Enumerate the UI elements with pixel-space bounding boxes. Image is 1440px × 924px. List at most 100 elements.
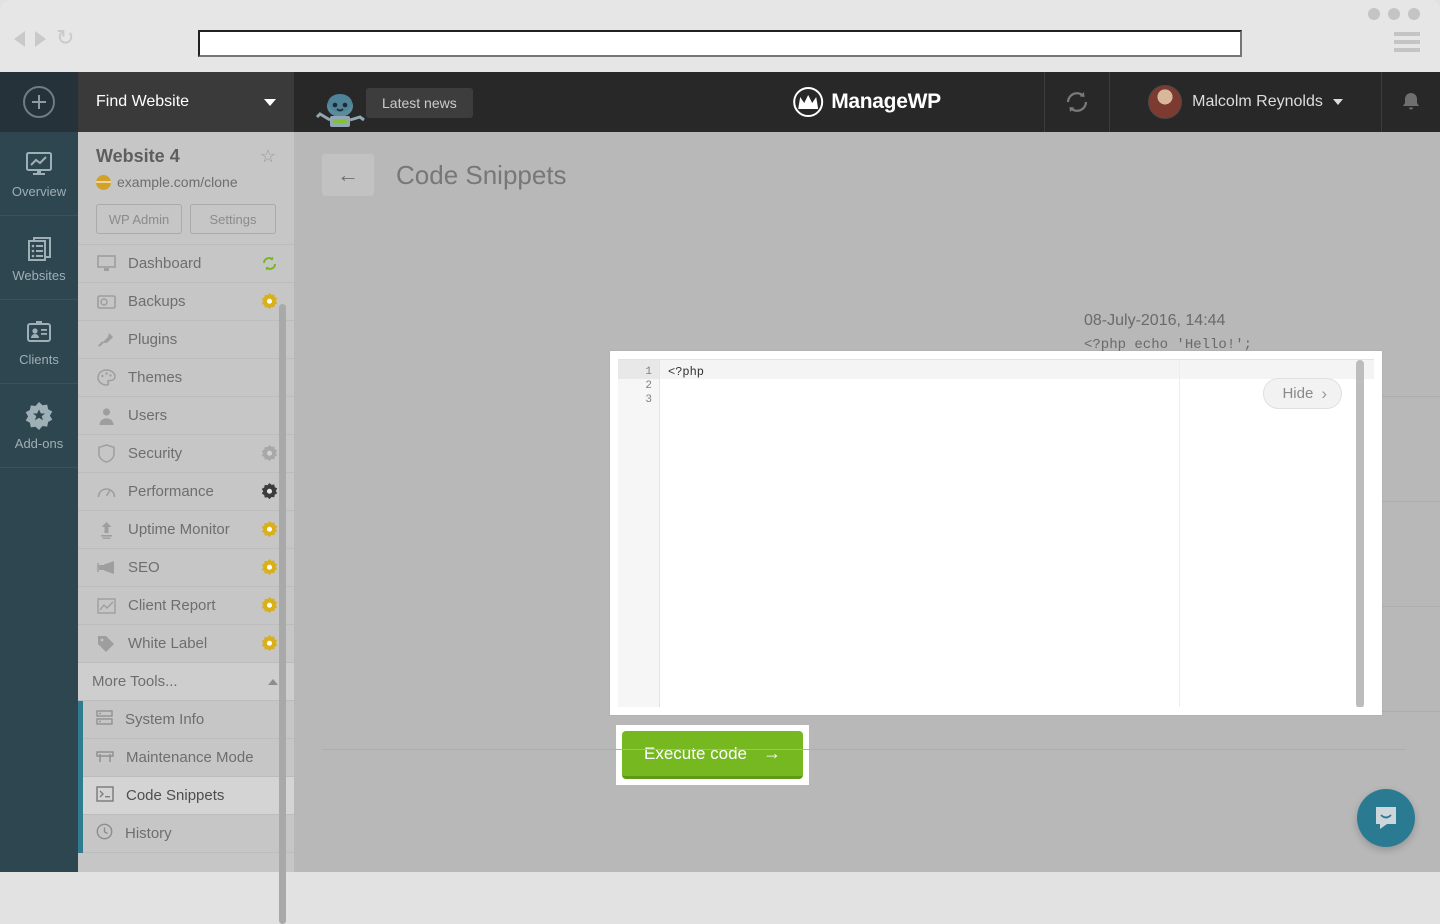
- sidebar-subitem-label: Code Snippets: [126, 787, 224, 804]
- gear-star-icon: [24, 401, 54, 431]
- window-dot[interactable]: [1388, 8, 1400, 20]
- sidebar-item-system-info[interactable]: System Info: [83, 701, 294, 739]
- brand-label: ManageWP: [831, 90, 941, 114]
- sidebar-scrollbar[interactable]: [279, 304, 286, 924]
- globe-icon: [96, 175, 111, 190]
- chevron-right-icon: ›: [1321, 384, 1327, 404]
- editor-scrollbar-thumb[interactable]: [1356, 360, 1364, 707]
- sidebar-item-label: Themes: [128, 369, 249, 386]
- hamburger-menu-icon[interactable]: [1394, 32, 1420, 52]
- sidebar-item-client-report[interactable]: Client Report: [78, 587, 294, 625]
- back-arrow-icon[interactable]: [14, 31, 25, 47]
- website-url-row: example.com/clone: [96, 174, 276, 190]
- sidebar-item-label: Performance: [128, 483, 249, 500]
- rail-item-label: Overview: [12, 184, 66, 199]
- settings-button[interactable]: Settings: [190, 204, 276, 234]
- sidebar-item-seo[interactable]: SEO: [78, 549, 294, 587]
- gear-gold-icon: [261, 635, 278, 652]
- sidebar-item-themes[interactable]: Themes: [78, 359, 294, 397]
- gauge-icon: [96, 482, 116, 502]
- more-tools-toggle[interactable]: More Tools...: [78, 663, 294, 701]
- reload-icon[interactable]: ↻: [56, 31, 74, 47]
- wp-admin-button[interactable]: WP Admin: [96, 204, 182, 234]
- sidebar-item-performance[interactable]: Performance: [78, 473, 294, 511]
- sync-icon[interactable]: [1044, 72, 1110, 132]
- rail-item-label: Clients: [19, 352, 59, 367]
- window-controls[interactable]: [1368, 8, 1420, 20]
- star-outline-icon[interactable]: ☆: [260, 146, 276, 167]
- user-name: Malcolm Reynolds: [1192, 93, 1323, 111]
- robot-mascot-icon: [314, 90, 370, 136]
- print-margin-guide: [1179, 360, 1180, 707]
- bell-icon[interactable]: [1382, 72, 1440, 132]
- execute-label: Execute code: [644, 744, 747, 764]
- sidebar-item-label: Backups: [128, 293, 249, 310]
- execute-code-button[interactable]: Execute code →: [622, 731, 803, 779]
- avatar: [1148, 85, 1182, 119]
- server-icon: [96, 709, 113, 730]
- sync-green-icon: [261, 255, 278, 272]
- history-date: 08-July-2016, 14:44: [1084, 312, 1440, 330]
- sidebar-menu: Dashboard Backups Plugins: [78, 244, 294, 663]
- line-number: 3: [618, 393, 652, 407]
- execute-button-wrapper: Execute code →: [616, 725, 809, 785]
- rail-item-overview[interactable]: Overview: [0, 132, 78, 216]
- website-name: Website 4: [96, 146, 180, 167]
- hide-history-button[interactable]: Hide ›: [1263, 378, 1342, 409]
- stacked-pages-icon: [24, 233, 54, 263]
- gear-gold-icon: [261, 597, 278, 614]
- intercom-chat-icon[interactable]: [1357, 789, 1415, 847]
- sidebar-item-label: Dashboard: [128, 255, 249, 272]
- code-line: <?php: [660, 360, 1374, 379]
- sidebar-subitem-label: History: [125, 825, 172, 842]
- sidebar-website-header: Website 4 ☆ example.com/clone WP Admin S…: [78, 132, 294, 234]
- window-dot[interactable]: [1408, 8, 1420, 20]
- rail-item-addons[interactable]: Add-ons: [0, 384, 78, 468]
- sidebar-item-backups[interactable]: Backups: [78, 283, 294, 321]
- gear-gold-icon: [261, 293, 278, 310]
- more-tools-label: More Tools...: [92, 673, 178, 690]
- gear-light-icon: [261, 445, 278, 462]
- forward-arrow-icon[interactable]: [35, 31, 46, 47]
- sidebar-subitem-label: System Info: [125, 711, 204, 728]
- clock-icon: [96, 823, 113, 844]
- add-website-button[interactable]: [0, 72, 78, 132]
- rail-item-websites[interactable]: Websites: [0, 216, 78, 300]
- user-menu[interactable]: Malcolm Reynolds: [1110, 72, 1382, 132]
- sidebar-item-maintenance-mode[interactable]: Maintenance Mode: [83, 739, 294, 777]
- app-shell: Overview Websites: [0, 72, 1440, 872]
- sidebar-item-white-label[interactable]: White Label: [78, 625, 294, 663]
- gear-gold-icon: [261, 559, 278, 576]
- rail-item-label: Websites: [12, 268, 65, 283]
- plus-icon: [23, 86, 55, 118]
- monitor-chart-icon: [24, 149, 54, 179]
- website-url: example.com/clone: [117, 174, 238, 190]
- code-editor[interactable]: 1 2 3 <?php Hide ›: [618, 359, 1374, 707]
- sidebar-item-code-snippets[interactable]: Code Snippets: [83, 777, 294, 815]
- hide-label: Hide: [1282, 385, 1313, 402]
- caret-down-icon: [1333, 99, 1343, 105]
- sidebar-item-users[interactable]: Users: [78, 397, 294, 435]
- page-title: Code Snippets: [396, 160, 567, 191]
- sidebar-item-label: Plugins: [128, 331, 249, 348]
- browser-chrome: ↻: [0, 0, 1440, 72]
- sidebar-item-label: Client Report: [128, 597, 249, 614]
- window-dot[interactable]: [1368, 8, 1380, 20]
- sidebar-item-uptime-monitor[interactable]: Uptime Monitor: [78, 511, 294, 549]
- code-editor-panel: 1 2 3 <?php Hide ›: [610, 351, 1382, 715]
- back-button[interactable]: ←: [322, 154, 374, 196]
- latest-news-bubble[interactable]: Latest news: [366, 88, 473, 118]
- url-input[interactable]: [198, 30, 1242, 57]
- megaphone-icon: [96, 558, 116, 578]
- sidebar-item-plugins[interactable]: Plugins: [78, 321, 294, 359]
- latest-news-label: Latest news: [382, 95, 457, 111]
- rail-item-clients[interactable]: Clients: [0, 300, 78, 384]
- sidebar-item-security[interactable]: Security: [78, 435, 294, 473]
- arrow-right-icon: →: [763, 743, 781, 764]
- sidebar-item-history[interactable]: History: [83, 815, 294, 853]
- code-input-area[interactable]: <?php: [660, 360, 1374, 707]
- find-website-dropdown[interactable]: Find Website: [78, 72, 294, 132]
- rail-item-label: Add-ons: [15, 436, 63, 451]
- gear-gold-icon: [261, 521, 278, 538]
- sidebar-item-dashboard[interactable]: Dashboard: [78, 245, 294, 283]
